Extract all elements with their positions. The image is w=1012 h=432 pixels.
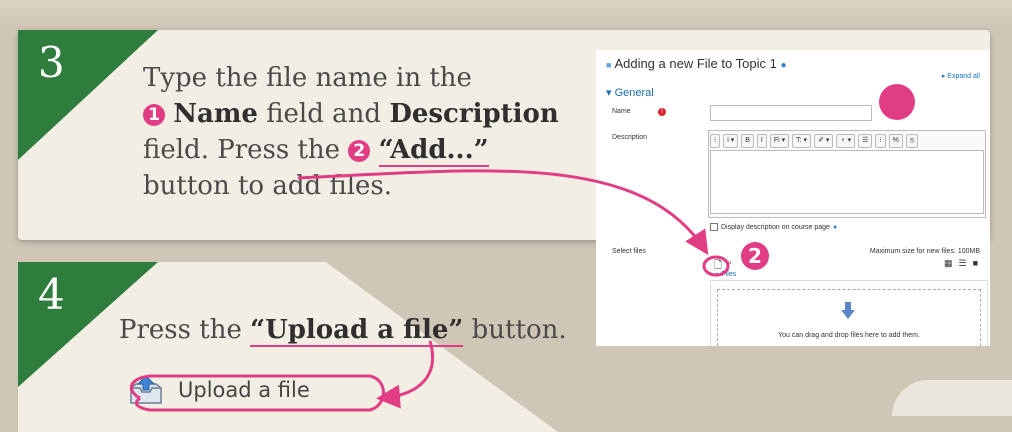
form-title-text: Adding a new File to Topic 1: [614, 56, 777, 71]
step-3-number: 3: [38, 38, 65, 87]
file-manager: You can drag and drop files here to add …: [710, 280, 988, 346]
drop-zone[interactable]: You can drag and drop files here to add …: [717, 289, 981, 346]
step-3-line-4: button to add files.: [143, 171, 393, 201]
view-mode-icons: ▦ ☰ ■: [944, 258, 978, 269]
grid-view-icon[interactable]: ▦: [944, 258, 953, 269]
description-textarea[interactable]: [710, 150, 984, 214]
name-label: Name: [612, 108, 631, 115]
max-size-text: Maximum size for new files: 100MB: [869, 248, 980, 255]
name-input[interactable]: [710, 105, 872, 121]
step-4-press: Press the: [119, 315, 251, 345]
background-corner: [892, 380, 1012, 416]
expand-all-link[interactable]: ▸ Expand all: [942, 72, 980, 80]
toolbar-button[interactable]: Fi ▾: [769, 134, 790, 148]
toolbar-button[interactable]: ✐ ▾: [814, 134, 834, 148]
name-bold: Name: [173, 99, 258, 129]
files-folder-label: ▸ Files: [716, 271, 737, 278]
drop-zone-text: You can drag and drop files here to add …: [778, 332, 920, 339]
upload-bold: “Upload a file”: [250, 315, 464, 347]
expand-all-text: Expand all: [947, 73, 980, 80]
step-3-line-3: field. Press the 2 “Add...”: [143, 132, 559, 168]
help-icon[interactable]: ●: [780, 60, 786, 71]
marker-1-dot: [879, 84, 915, 120]
toolbar-button[interactable]: T: ▾: [792, 134, 812, 148]
toolbar-button[interactable]: ⁝: [875, 134, 886, 148]
step-3-mid: field and: [257, 99, 390, 129]
step-3-line-3a: field. Press the: [143, 135, 349, 165]
toolbar-button[interactable]: ☰: [858, 134, 873, 148]
upload-icon: [130, 375, 162, 404]
description-bold: Description: [389, 99, 559, 129]
badge-2: 2: [348, 140, 371, 162]
toolbar-button[interactable]: B: [741, 134, 754, 148]
folder-view-icon[interactable]: ■: [973, 258, 978, 269]
form-title: ■ Adding a new File to Topic 1 ●: [606, 56, 786, 71]
toolbar-button[interactable]: ⦸: [905, 134, 919, 148]
step-4-button-word: button.: [463, 315, 567, 345]
files-text: Files: [721, 271, 737, 278]
background-top: [0, 0, 1012, 30]
file-icon: ■: [606, 60, 612, 70]
description-label: Description: [612, 134, 648, 141]
marker-2: 2: [741, 242, 769, 270]
general-section-header[interactable]: ▾ General: [606, 86, 654, 99]
step-3-line-1: Type the file name in the: [143, 63, 472, 93]
toolbar-button[interactable]: %: [888, 134, 903, 148]
list-view-icon[interactable]: ☰: [958, 258, 966, 269]
step-3-instructions: Type the file name in the 1 Name field a…: [143, 60, 559, 204]
upload-file-label: Upload a file: [178, 378, 310, 402]
toolbar-button[interactable]: ⁝: [710, 134, 721, 148]
display-description-label: Display description on course page: [721, 223, 830, 231]
required-icon: !: [658, 108, 666, 116]
upload-file-button[interactable]: Upload a file: [128, 370, 376, 410]
step-4-instructions: Press the “Upload a file” button.: [119, 312, 567, 348]
toolbar-button[interactable]: ♀ ▾: [836, 134, 856, 148]
step-3-line-2: 1 Name field and Description: [143, 96, 559, 132]
toolbar-button[interactable]: i ▾: [723, 134, 739, 148]
moodle-screenshot: ■ Adding a new File to Topic 1 ● ▸ Expand…: [596, 50, 990, 346]
toolbar-button[interactable]: I: [756, 134, 767, 148]
editor-toolbar: ⁝ i ▾ B I Fi ▾ T: ▾ ✐ ▾ ♀ ▾ ☰ ⁝ % ⦸: [710, 134, 919, 148]
download-arrow-icon: [841, 302, 855, 319]
checkbox-box[interactable]: [710, 223, 718, 231]
general-section-text: General: [614, 87, 654, 99]
help-icon[interactable]: ●: [833, 224, 837, 231]
add-bold: “Add...”: [378, 135, 489, 167]
badge-1: 1: [143, 104, 165, 126]
step-4-number: 4: [38, 270, 65, 319]
display-description-checkbox[interactable]: Display description on course page ●: [710, 223, 837, 231]
select-files-label: Select files: [612, 248, 646, 255]
